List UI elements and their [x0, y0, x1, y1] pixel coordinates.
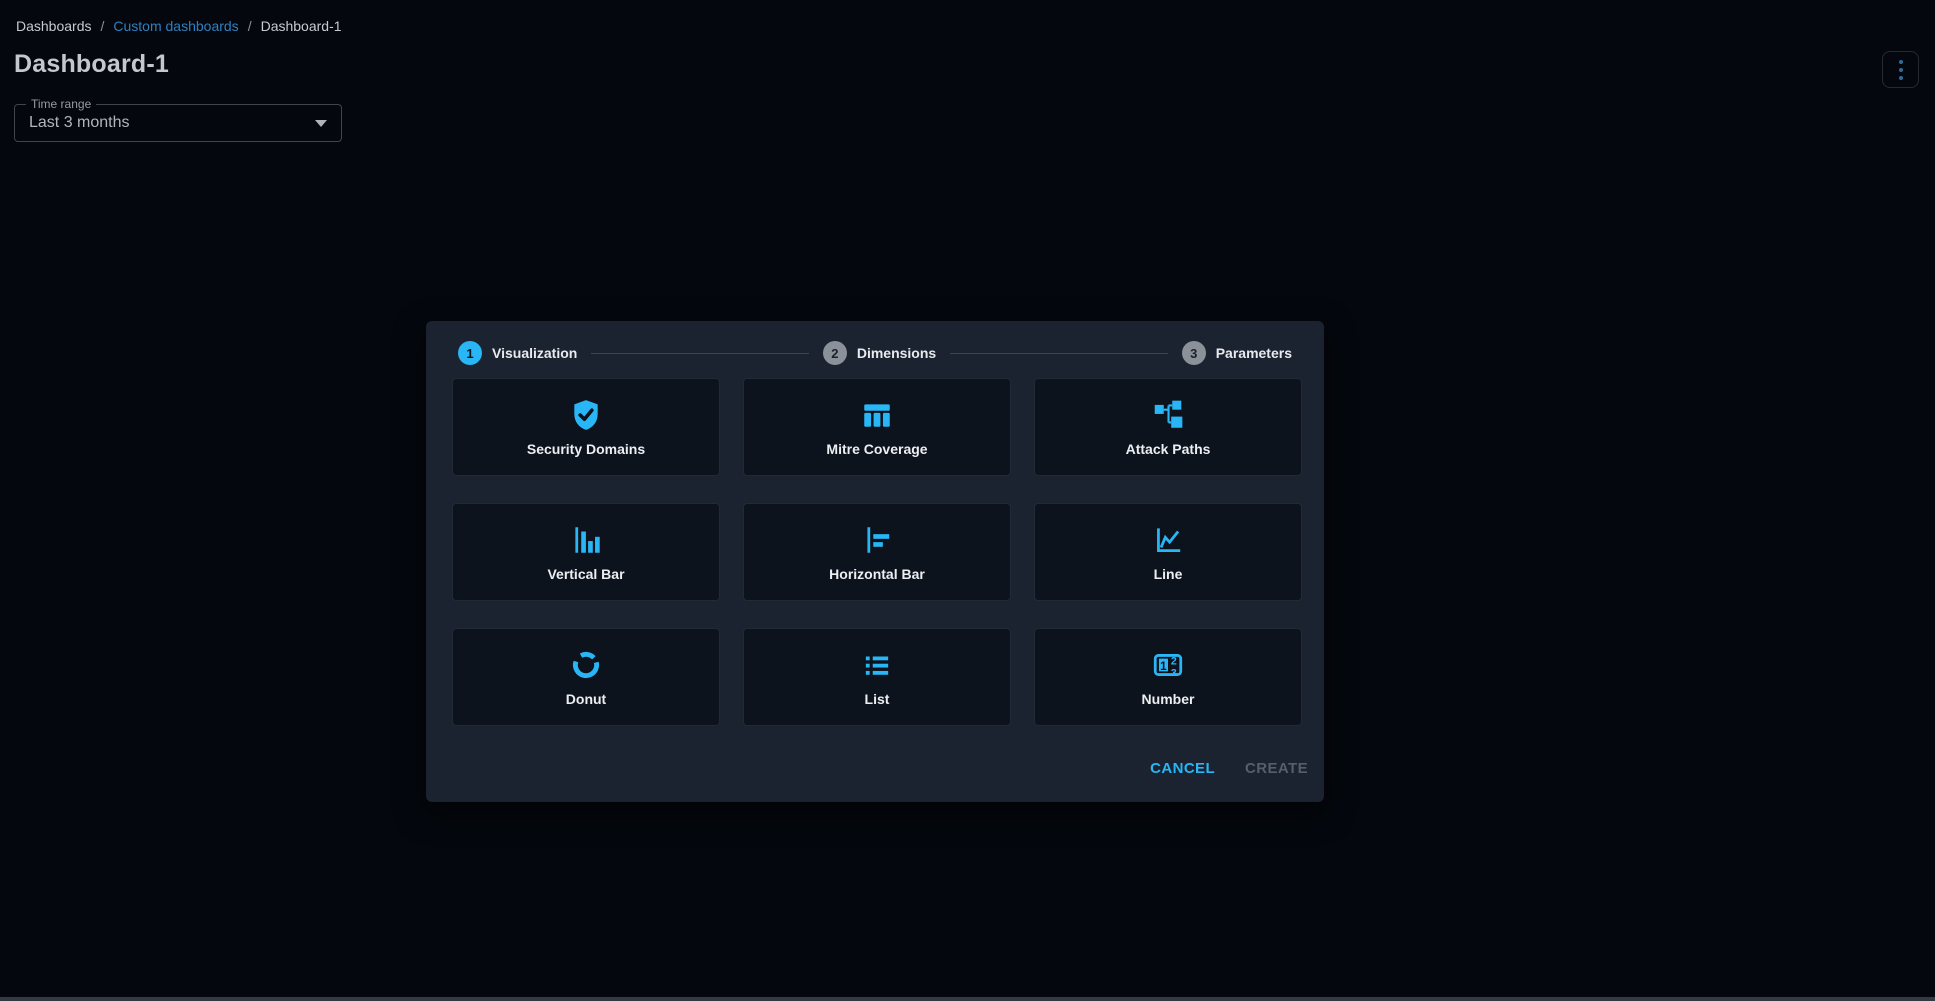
- time-range-label: Time range: [26, 97, 96, 111]
- tile-label: Vertical Bar: [547, 566, 624, 582]
- wizard-stepper: 1 Visualization 2 Dimensions 3 Parameter…: [458, 341, 1292, 365]
- step-connector: [950, 353, 1168, 354]
- kebab-vertical-icon: [1899, 60, 1903, 80]
- breadcrumb-separator: /: [248, 18, 252, 34]
- tile-label: Horizontal Bar: [829, 566, 925, 582]
- chevron-down-icon: [315, 120, 327, 127]
- step-label: Parameters: [1216, 345, 1292, 361]
- cancel-button[interactable]: CANCEL: [1150, 760, 1215, 777]
- dashboard-menu-button[interactable]: [1882, 51, 1919, 88]
- tile-label: Mitre Coverage: [826, 441, 927, 457]
- donut-chart-icon: [569, 648, 603, 682]
- time-range-value: Last 3 months: [29, 114, 315, 132]
- breadcrumb: Dashboards / Custom dashboards / Dashboa…: [16, 18, 342, 34]
- tile-security-domains[interactable]: Security Domains: [452, 378, 720, 476]
- tile-horizontal-bar[interactable]: Horizontal Bar: [743, 503, 1011, 601]
- tile-donut[interactable]: Donut: [452, 628, 720, 726]
- step-visualization[interactable]: 1 Visualization: [458, 341, 577, 365]
- svg-text:1: 1: [1160, 659, 1167, 672]
- tile-label: List: [865, 691, 890, 707]
- schema-icon: [1151, 398, 1185, 432]
- horizontal-bar-chart-icon: [860, 523, 894, 557]
- tile-label: Attack Paths: [1126, 441, 1211, 457]
- tile-list[interactable]: List: [743, 628, 1011, 726]
- step-dimensions[interactable]: 2 Dimensions: [823, 341, 936, 365]
- modal-footer: CANCEL CREATE: [1150, 760, 1308, 777]
- step-number-badge: 2: [823, 341, 847, 365]
- tile-label: Line: [1154, 566, 1183, 582]
- svg-text:3: 3: [1171, 667, 1177, 679]
- table-columns-icon: [860, 398, 894, 432]
- tile-vertical-bar[interactable]: Vertical Bar: [452, 503, 720, 601]
- step-label: Visualization: [492, 345, 577, 361]
- svg-text:2: 2: [1171, 655, 1177, 667]
- horizontal-scrollbar[interactable]: [0, 997, 1935, 1001]
- create-button[interactable]: CREATE: [1245, 760, 1308, 777]
- step-parameters[interactable]: 3 Parameters: [1182, 341, 1292, 365]
- time-range-select[interactable]: Time range Last 3 months: [14, 104, 342, 142]
- tile-number[interactable]: 1 2 3 Number: [1034, 628, 1302, 726]
- line-chart-icon: [1151, 523, 1185, 557]
- tile-label: Security Domains: [527, 441, 645, 457]
- breadcrumb-item-custom-dashboards[interactable]: Custom dashboards: [113, 18, 238, 34]
- vertical-bar-chart-icon: [569, 523, 603, 557]
- visualization-tile-grid: Security Domains Mitre Coverage Attack P…: [452, 378, 1302, 726]
- shield-check-icon: [569, 398, 603, 432]
- tile-attack-paths[interactable]: Attack Paths: [1034, 378, 1302, 476]
- page-title: Dashboard-1: [14, 50, 169, 79]
- breadcrumb-separator: /: [101, 18, 105, 34]
- number-icon: 1 2 3: [1151, 648, 1185, 682]
- breadcrumb-item-current: Dashboard-1: [261, 18, 342, 34]
- step-label: Dimensions: [857, 345, 936, 361]
- create-widget-modal: 1 Visualization 2 Dimensions 3 Parameter…: [426, 321, 1324, 802]
- tile-line[interactable]: Line: [1034, 503, 1302, 601]
- tile-label: Number: [1142, 691, 1195, 707]
- list-icon: [860, 648, 894, 682]
- step-number-badge: 3: [1182, 341, 1206, 365]
- step-number-badge: 1: [458, 341, 482, 365]
- tile-label: Donut: [566, 691, 606, 707]
- step-connector: [591, 353, 809, 354]
- tile-mitre-coverage[interactable]: Mitre Coverage: [743, 378, 1011, 476]
- breadcrumb-item-dashboards[interactable]: Dashboards: [16, 18, 92, 34]
